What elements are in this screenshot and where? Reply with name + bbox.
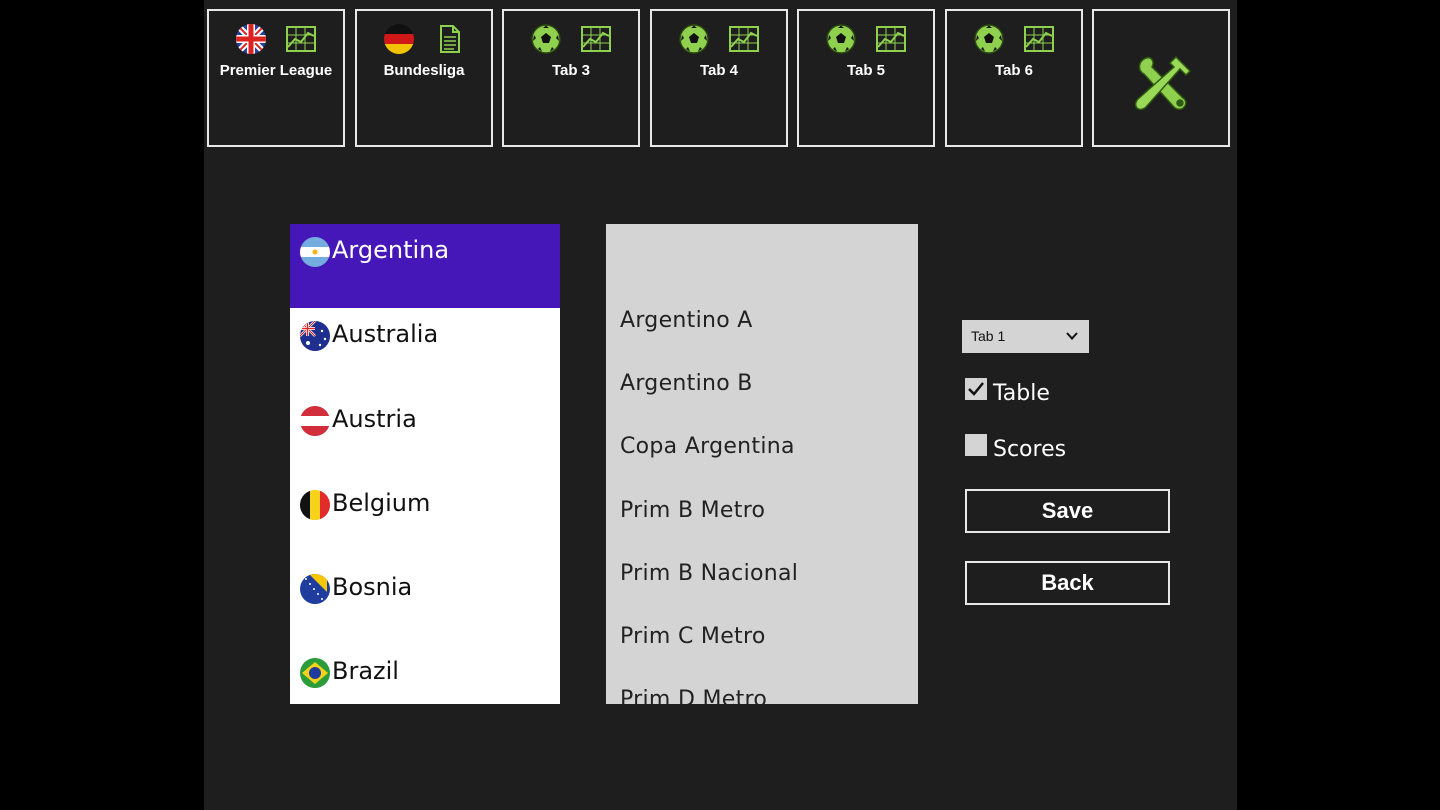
- chart-icon: [1024, 26, 1054, 52]
- tab-label: Tab 5: [846, 62, 886, 79]
- tab-3[interactable]: Tab 3: [502, 9, 640, 147]
- chart-icon: [581, 26, 611, 52]
- table-checkbox[interactable]: [965, 378, 987, 400]
- chart-icon: [876, 26, 906, 52]
- league-item[interactable]: Copa Argentina: [620, 434, 795, 459]
- league-item[interactable]: Prim D Metro: [620, 687, 767, 704]
- scores-checkbox-label: Scores: [993, 437, 1067, 462]
- country-name: Australia: [332, 320, 439, 349]
- uk-flag-icon: [236, 24, 266, 54]
- tab-4[interactable]: Tab 4: [650, 9, 788, 147]
- country-item-australia[interactable]: Australia: [290, 308, 560, 392]
- chart-icon: [729, 26, 759, 52]
- tab-6[interactable]: Tab 6: [945, 9, 1083, 147]
- country-name: Bosnia: [332, 573, 413, 602]
- tab-select-dropdown[interactable]: Tab 1: [962, 320, 1089, 353]
- country-item-brazil[interactable]: Brazil: [290, 645, 560, 704]
- league-list[interactable]: Argentino A Argentino B Copa Argentina P…: [606, 224, 918, 704]
- austria-flag-icon: [300, 405, 330, 436]
- tab-label: Bundesliga: [383, 62, 465, 79]
- country-name: Austria: [332, 404, 417, 433]
- tab-label: Tab 3: [551, 62, 591, 79]
- australia-flag-icon: [300, 321, 330, 352]
- soccer-ball-icon: [974, 24, 1004, 54]
- belgium-flag-icon: [300, 489, 330, 520]
- league-item[interactable]: Argentino B: [620, 371, 753, 396]
- country-item-austria[interactable]: Austria: [290, 393, 560, 477]
- country-item-belgium[interactable]: Belgium: [290, 477, 560, 561]
- settings-tab[interactable]: [1092, 9, 1230, 147]
- tab-select-value: Tab 1: [971, 328, 1006, 344]
- document-icon: [440, 25, 460, 53]
- save-button[interactable]: Save: [965, 489, 1170, 533]
- tab-label: Tab 4: [699, 62, 739, 79]
- league-item[interactable]: Prim C Metro: [620, 624, 766, 649]
- league-item[interactable]: Prim B Metro: [620, 498, 765, 523]
- tools-icon: [1134, 55, 1192, 111]
- bosnia-flag-icon: [300, 574, 330, 605]
- country-item-argentina[interactable]: Argentina: [290, 224, 560, 309]
- tab-premier-league[interactable]: Premier League: [207, 9, 345, 147]
- tab-label: Tab 6: [994, 62, 1034, 79]
- table-checkbox-label: Table: [993, 381, 1050, 406]
- league-item[interactable]: Prim B Nacional: [620, 561, 798, 586]
- scores-checkbox[interactable]: [965, 434, 987, 456]
- soccer-ball-icon: [531, 24, 561, 54]
- back-button[interactable]: Back: [965, 561, 1170, 605]
- tab-label: Premier League: [219, 62, 333, 79]
- germany-flag-icon: [384, 24, 414, 54]
- brazil-flag-icon: [300, 658, 330, 689]
- country-item-bosnia[interactable]: Bosnia: [290, 561, 560, 645]
- country-name: Argentina: [332, 236, 450, 264]
- soccer-ball-icon: [826, 24, 856, 54]
- league-item[interactable]: Argentino A: [620, 308, 753, 333]
- country-list[interactable]: Argentina Australia Austria Belgium Bosn…: [290, 224, 560, 704]
- tab-bundesliga[interactable]: Bundesliga: [355, 9, 493, 147]
- soccer-ball-icon: [679, 24, 709, 54]
- tab-5[interactable]: Tab 5: [797, 9, 935, 147]
- country-name: Brazil: [332, 657, 399, 686]
- checkmark-icon: [968, 382, 984, 396]
- chevron-down-icon: [1066, 332, 1078, 340]
- chart-icon: [286, 26, 316, 52]
- country-name: Belgium: [332, 488, 431, 517]
- argentina-flag-icon: [300, 237, 330, 267]
